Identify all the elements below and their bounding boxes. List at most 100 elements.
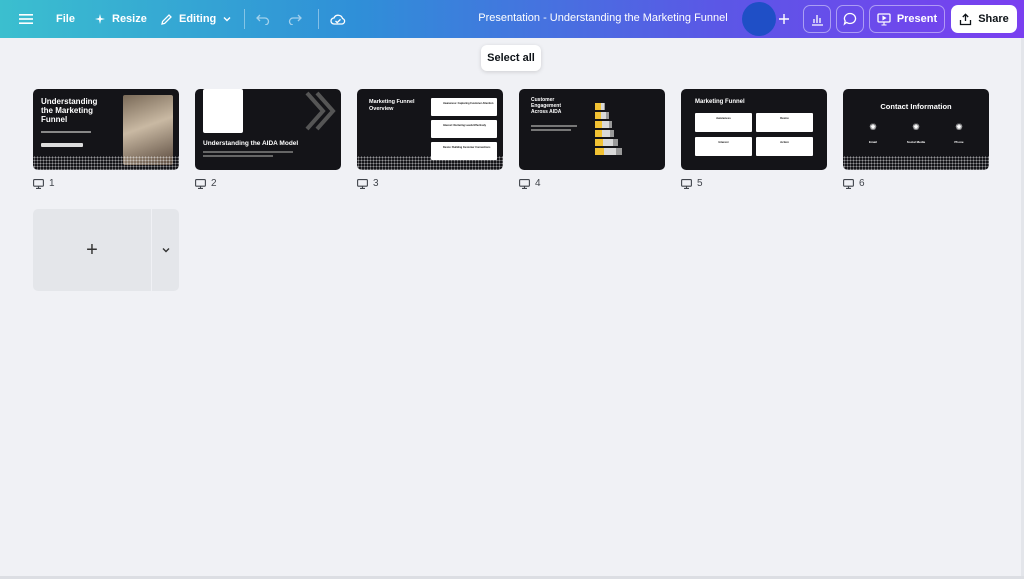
slide-notes-icon <box>519 178 530 189</box>
slide-label-2: 2 <box>195 178 217 189</box>
chart-bar <box>595 112 601 119</box>
slide-thumbnail-4[interactable]: Customer Engagement Across AIDA <box>519 89 665 170</box>
document-title[interactable]: Presentation - Understanding the Marketi… <box>470 12 736 24</box>
slide-notes-icon <box>681 178 692 189</box>
funnel-box: Interest <box>695 137 752 156</box>
chart-bar <box>595 148 604 155</box>
funnel-box: Awareness <box>695 113 752 132</box>
slide-notes-icon <box>843 178 854 189</box>
team-photo <box>123 95 173 165</box>
chevron-down-icon <box>162 248 169 253</box>
funnel-stage-card: Awareness: Capturing Customer Attention <box>431 98 497 116</box>
card-title: Interest: Nurturing Leads Effectively <box>443 124 487 127</box>
chart-bar <box>601 112 606 119</box>
slide-label-4: 4 <box>519 178 541 189</box>
resize-button[interactable]: Resize <box>86 5 155 33</box>
share-button[interactable]: Share <box>951 5 1017 33</box>
chevron-pattern-graphic <box>305 91 336 131</box>
funnel-stage-card: Interest: Nurturing Leads Effectively <box>431 120 497 138</box>
chart-bar <box>602 121 609 128</box>
save-status-button[interactable] <box>326 5 350 33</box>
slide-number: 1 <box>49 178 55 189</box>
insights-button[interactable] <box>803 5 831 33</box>
redo-icon <box>288 14 302 25</box>
editing-label: Editing <box>179 13 217 25</box>
slide-label-1: 1 <box>33 178 55 189</box>
star-icon: ✺ <box>912 122 920 132</box>
slide-title: Marketing Funnel Overview <box>369 99 415 112</box>
box-title: Awareness <box>716 116 731 120</box>
slide-number: 4 <box>535 178 541 189</box>
slide-notes-icon <box>195 178 206 189</box>
chart-bar <box>595 103 601 110</box>
toolbar-divider <box>318 9 319 29</box>
add-slide-options-button[interactable] <box>152 209 179 291</box>
hamburger-icon <box>19 14 33 24</box>
body-text-line <box>203 155 273 157</box>
chart-bar <box>606 112 609 119</box>
slide-number: 2 <box>211 178 217 189</box>
editing-mode-dropdown[interactable]: Editing <box>152 5 240 33</box>
comment-icon <box>843 12 857 26</box>
undo-icon <box>256 14 270 25</box>
share-label: Share <box>978 13 1009 25</box>
chart-bar <box>595 139 603 146</box>
top-toolbar: File Resize Editing Presentation - Under… <box>0 0 1024 38</box>
toolbar-divider <box>244 9 245 29</box>
funnel-box: Desire <box>756 113 813 132</box>
chart-bar <box>603 139 613 146</box>
resize-label: Resize <box>112 13 147 25</box>
chart-bar <box>602 130 610 137</box>
engagement-bar-chart <box>595 103 622 155</box>
pencil-icon <box>161 13 172 25</box>
add-slide-button[interactable]: + <box>33 209 151 291</box>
box-title: Interest <box>718 140 729 144</box>
main-menu-button[interactable] <box>12 5 40 33</box>
tooltip-text: Select all <box>487 52 535 64</box>
cloud-check-icon <box>330 14 346 25</box>
slide-number: 3 <box>373 178 379 189</box>
card-title: Desire: Building Customer Connections <box>443 146 491 149</box>
file-label: File <box>56 13 75 25</box>
presentation-icon <box>877 12 891 26</box>
slide-thumbnail-2[interactable]: Understanding the AIDA Model <box>195 89 341 170</box>
body-text-line <box>531 125 577 127</box>
star-icon: ✺ <box>869 122 877 132</box>
plus-icon <box>779 14 789 24</box>
sparkle-icon <box>95 14 105 24</box>
comments-button[interactable] <box>836 5 864 33</box>
chart-bar <box>604 103 605 110</box>
file-menu-button[interactable]: File <box>48 5 83 33</box>
box-title: Desire <box>780 116 789 120</box>
add-collaborator-button[interactable] <box>770 5 798 33</box>
chart-bar <box>613 139 618 146</box>
box-title: Action <box>780 140 789 144</box>
dot-pattern <box>843 156 989 170</box>
card-title: Awareness: Capturing Customer Attention <box>443 102 494 105</box>
slide-label-6: 6 <box>843 178 865 189</box>
slide-thumbnail-1[interactable]: Understanding the Marketing Funnel <box>33 89 179 170</box>
slide-thumbnail-5[interactable]: Marketing Funnel Awareness Desire Intere… <box>681 89 827 170</box>
slide-title: Marketing Funnel <box>695 99 745 105</box>
author-tag <box>41 143 83 147</box>
present-button[interactable]: Present <box>869 5 945 33</box>
slide-title: Understanding the Marketing Funnel <box>41 97 98 124</box>
present-label: Present <box>896 13 938 25</box>
slide-thumbnail-6[interactable]: Contact Information ✺ ✺ ✺ Email Social M… <box>843 89 989 170</box>
chart-bar <box>609 121 612 128</box>
chevron-down-icon <box>223 17 231 22</box>
body-text-line <box>203 151 293 153</box>
funnel-sketch-image <box>203 89 243 133</box>
slide-notes-icon <box>357 178 368 189</box>
chart-bar <box>604 148 616 155</box>
slide-title: Understanding the AIDA Model <box>203 140 299 147</box>
bar-chart-icon <box>811 14 823 26</box>
funnel-box: Action <box>756 137 813 156</box>
redo-button[interactable] <box>284 5 306 33</box>
slide-notes-icon <box>33 178 44 189</box>
slide-thumbnail-3[interactable]: Marketing Funnel Overview Awareness: Cap… <box>357 89 503 170</box>
select-all-tooltip[interactable]: Select all <box>481 45 541 71</box>
slide-label-3: 3 <box>357 178 379 189</box>
undo-button[interactable] <box>252 5 274 33</box>
body-text-line <box>531 129 571 131</box>
